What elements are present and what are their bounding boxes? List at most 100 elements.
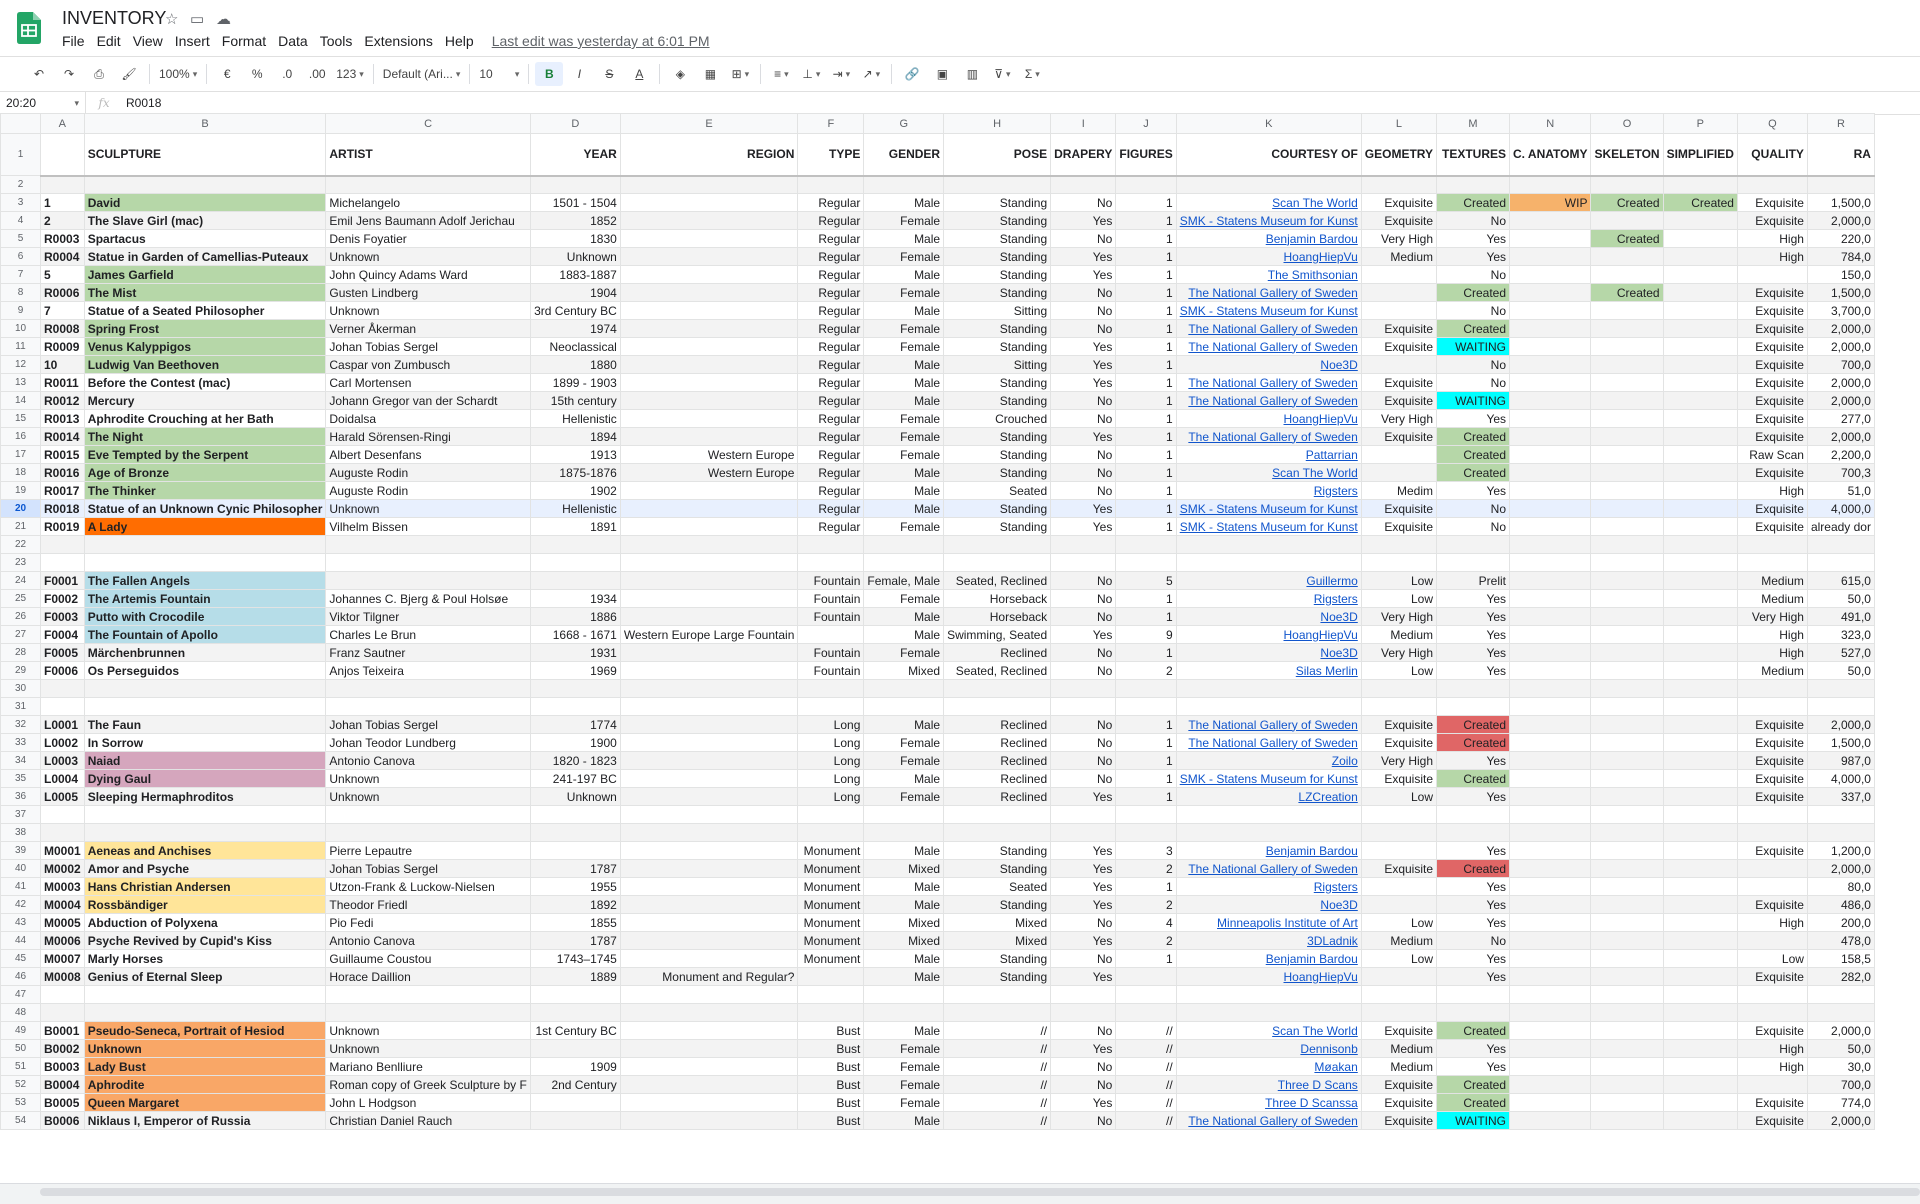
cell-f[interactable]	[797, 535, 865, 554]
cell-r[interactable]: 2,000,0	[1806, 373, 1875, 392]
row-header[interactable]: 52	[0, 1075, 41, 1094]
cell-h[interactable]	[943, 175, 1052, 194]
cell-k[interactable]: Benjamin Bardou	[1175, 841, 1362, 860]
cell-l[interactable]	[1360, 895, 1438, 914]
cell-n[interactable]	[1509, 1093, 1592, 1112]
cell-k[interactable]: 3DLadnik	[1175, 931, 1362, 950]
cell-p[interactable]	[1662, 1093, 1738, 1112]
cell-r[interactable]: 486,0	[1806, 895, 1875, 914]
cell-p[interactable]	[1662, 661, 1738, 680]
cell-j[interactable]: 1	[1115, 481, 1177, 500]
cell-p[interactable]	[1662, 301, 1738, 320]
cell-f[interactable]	[797, 967, 865, 986]
cell-p[interactable]	[1662, 913, 1738, 932]
cell-g[interactable]: Male	[863, 391, 945, 410]
cell-a[interactable]: R0015	[40, 445, 85, 464]
row-header[interactable]: 24	[0, 571, 41, 590]
cell-d[interactable]: Unknown	[529, 247, 621, 266]
cell-k[interactable]: Scan The World	[1175, 1021, 1362, 1040]
cell-q[interactable]: Exquisite	[1736, 715, 1808, 734]
cell-k[interactable]: LZCreation	[1175, 787, 1362, 806]
cell-p[interactable]	[1662, 571, 1738, 590]
cell-n[interactable]	[1509, 247, 1592, 266]
cell-m[interactable]: Yes	[1436, 409, 1511, 428]
cell-j[interactable]: 1	[1115, 193, 1177, 212]
cell-o[interactable]	[1590, 1021, 1664, 1040]
row-header[interactable]: 13	[0, 373, 41, 392]
cell-r[interactable]: 2,000,0	[1806, 1021, 1875, 1040]
cell-o[interactable]	[1590, 247, 1664, 266]
cell-i[interactable]: Yes	[1050, 265, 1117, 284]
cell-l[interactable]	[1360, 463, 1438, 482]
row-header[interactable]: 22	[0, 535, 41, 554]
cell-q[interactable]: Medium	[1736, 661, 1808, 680]
cell-a[interactable]: M0006	[40, 931, 85, 950]
cell-m[interactable]: WAITING	[1436, 391, 1511, 410]
cell-e[interactable]	[619, 931, 799, 950]
cell-g[interactable]: Mixed	[863, 913, 945, 932]
cell-q[interactable]: Exquisite	[1736, 283, 1808, 302]
cell-f[interactable]: Monument	[797, 877, 865, 896]
cell-d[interactable]: 1787	[529, 859, 621, 878]
cell-m[interactable]: Yes	[1436, 625, 1511, 644]
cell-o[interactable]	[1590, 553, 1664, 572]
cell-i[interactable]: No	[1050, 1075, 1117, 1094]
cell-j[interactable]	[1115, 697, 1177, 716]
cell-j[interactable]: 9	[1115, 625, 1177, 644]
cell-a[interactable]	[40, 133, 85, 177]
cell-q[interactable]: Exquisite	[1736, 427, 1808, 446]
cell-a[interactable]: B0001	[40, 1021, 85, 1040]
cell-p[interactable]	[1662, 355, 1738, 374]
cell-a[interactable]: R0008	[40, 319, 85, 338]
cell-e[interactable]	[619, 643, 799, 662]
cell-i[interactable]: Yes	[1050, 787, 1117, 806]
fill-color-icon[interactable]: ◈	[666, 62, 694, 86]
cell-n[interactable]	[1509, 553, 1592, 572]
font-select[interactable]: Default (Ari...	[380, 62, 464, 86]
cell-b[interactable]: Spring Frost	[83, 319, 327, 338]
cell-l[interactable]	[1360, 301, 1438, 320]
cell-n[interactable]	[1509, 949, 1592, 968]
cell-n[interactable]	[1509, 859, 1592, 878]
cell-l[interactable]: Low	[1360, 949, 1438, 968]
cell-o[interactable]	[1590, 985, 1664, 1004]
cell-i[interactable]: No	[1050, 589, 1117, 608]
cell-h[interactable]: POSE	[943, 133, 1052, 177]
cell-l[interactable]: Exquisite	[1360, 499, 1438, 518]
cell-c[interactable]	[325, 1003, 531, 1022]
cell-n[interactable]	[1509, 175, 1592, 194]
cell-l[interactable]: Exquisite	[1360, 1075, 1438, 1094]
cell-p[interactable]: Created	[1662, 193, 1738, 212]
cell-e[interactable]	[619, 715, 799, 734]
cell-n[interactable]: C. ANATOMY	[1509, 133, 1592, 177]
cell-j[interactable]	[1115, 823, 1177, 842]
cell-a[interactable]: L0004	[40, 769, 85, 788]
cell-m[interactable]: No	[1436, 931, 1511, 950]
cell-f[interactable]	[797, 823, 865, 842]
cell-k[interactable]: The National Gallery of Sweden	[1175, 859, 1362, 878]
cell-j[interactable]: 1	[1115, 229, 1177, 248]
cell-r[interactable]: 220,0	[1806, 229, 1875, 248]
cell-e[interactable]	[619, 805, 799, 824]
cell-i[interactable]: Yes	[1050, 841, 1117, 860]
insert-comment-icon[interactable]: ▣	[928, 62, 956, 86]
cell-n[interactable]	[1509, 283, 1592, 302]
cell-h[interactable]	[943, 535, 1052, 554]
cell-c[interactable]: Johan Teodor Lundberg	[325, 733, 531, 752]
cell-h[interactable]: Reclined	[943, 769, 1052, 788]
cell-f[interactable]	[797, 625, 865, 644]
cell-l[interactable]: Low	[1360, 589, 1438, 608]
cell-c[interactable]: Denis Foyatier	[325, 229, 531, 248]
cell-g[interactable]: Male	[863, 355, 945, 374]
cell-n[interactable]	[1509, 517, 1592, 536]
cell-c[interactable]: Johann Gregor van der Schardt	[325, 391, 531, 410]
cell-e[interactable]	[619, 607, 799, 626]
cell-b[interactable]	[83, 553, 327, 572]
cell-p[interactable]	[1662, 895, 1738, 914]
column-header-r[interactable]: R	[1806, 113, 1875, 134]
cell-o[interactable]	[1590, 679, 1664, 698]
cell-h[interactable]: Standing	[943, 949, 1052, 968]
cell-h[interactable]: Standing	[943, 427, 1052, 446]
row-header[interactable]: 32	[0, 715, 41, 734]
cell-i[interactable]: No	[1050, 715, 1117, 734]
